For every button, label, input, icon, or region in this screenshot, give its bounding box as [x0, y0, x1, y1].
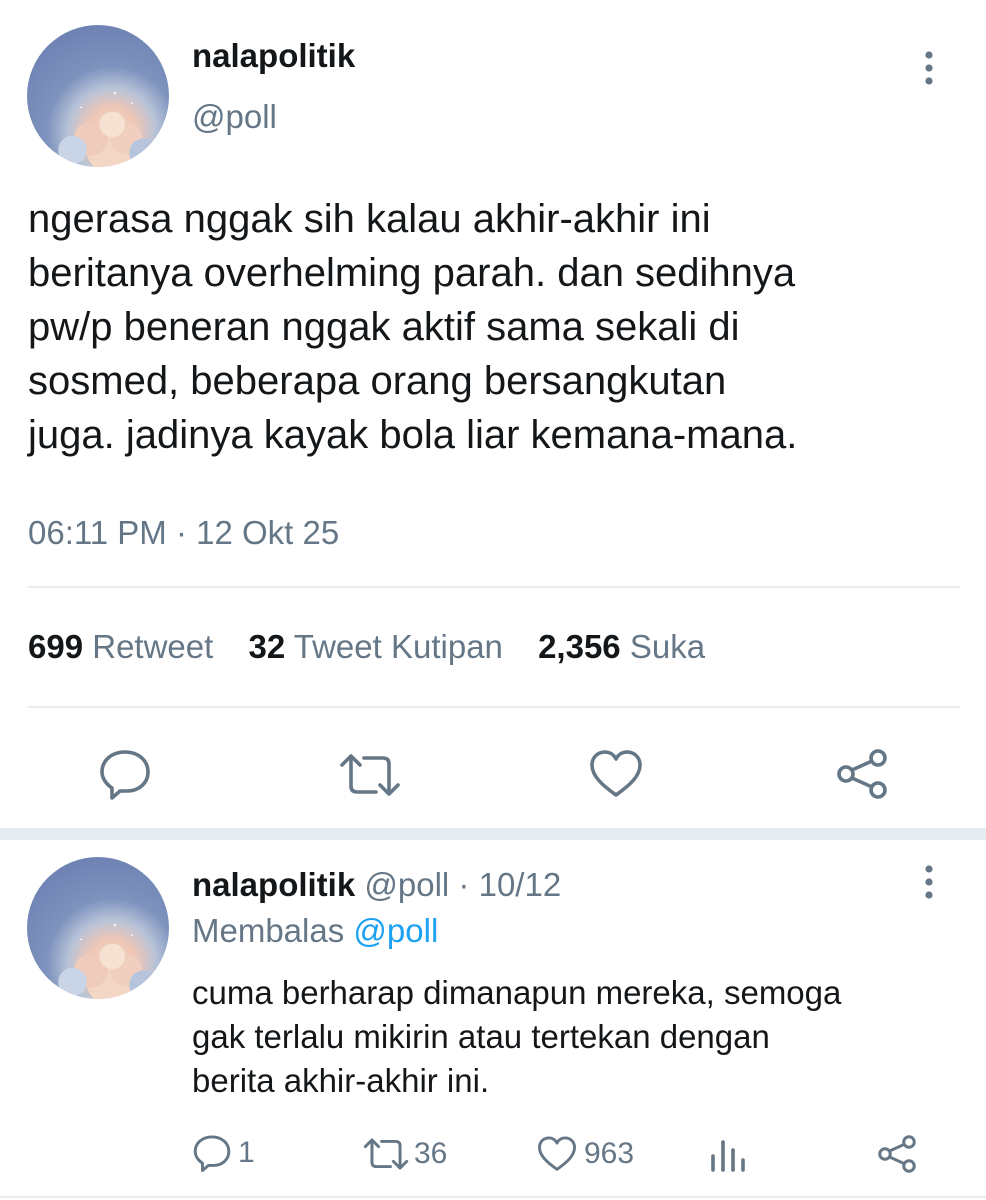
tweet-text-line: pw/p beneran nggak aktif sama sekali di [28, 305, 740, 349]
likes-stat[interactable]: 2,356 Suka [538, 628, 705, 665]
section-divider [0, 828, 986, 840]
tweet-text-line: juga. jadinya kayak bola liar kemana-man… [28, 413, 798, 457]
quotes-stat[interactable]: 32 Tweet Kutipan [248, 628, 512, 665]
retweets-stat[interactable]: 699 Retweet [28, 628, 222, 665]
retweet-count: 36 [414, 1137, 448, 1170]
quotes-count: 32 [248, 628, 286, 665]
retweet-icon [362, 1137, 410, 1171]
tweet-text-line: beritanya overhelming parah. dan sedihny… [28, 251, 796, 295]
reply-author-name[interactable]: nalapolitik [192, 866, 355, 903]
reply-text-line: berita akhir-akhir ini. [192, 1062, 490, 1099]
retweets-label: Retweet [92, 628, 214, 665]
avatar-cloud-image [58, 92, 158, 167]
reply-action-retweet[interactable]: 36 [362, 1137, 447, 1171]
avatar[interactable] [27, 25, 169, 167]
bottom-divider [0, 1196, 986, 1198]
retweet-icon[interactable] [338, 752, 402, 798]
quotes-label: Tweet Kutipan [293, 628, 503, 665]
likes-count: 2,356 [538, 628, 621, 665]
tweet-text-line: ngerasa nggak sih kalau akhir-akhir ini [28, 197, 711, 241]
replying-to: Membalas @poll [192, 912, 438, 950]
reply-icon[interactable] [98, 748, 152, 800]
share-icon[interactable] [876, 1134, 918, 1174]
reply-action-reply[interactable]: 1 [192, 1134, 255, 1172]
reply-more-options-icon[interactable] [917, 862, 941, 902]
author-handle[interactable]: @poll [192, 98, 277, 136]
reply-icon [192, 1134, 232, 1172]
share-icon[interactable] [834, 748, 890, 800]
reply-separator: · [458, 866, 470, 903]
replying-to-handle[interactable]: @poll [353, 912, 438, 949]
like-icon [536, 1135, 578, 1173]
like-icon[interactable] [588, 748, 644, 800]
reply-text-line: cuma berharap dimanapun mereka, semoga [192, 974, 842, 1011]
reply-avatar[interactable] [27, 857, 169, 999]
like-count: 963 [584, 1137, 635, 1170]
replying-label: Membalas [192, 912, 345, 949]
reply-text-line: gak terlalu mikirin atau tertekan dengan [192, 1018, 770, 1055]
tweet-stats: 699 Retweet 32 Tweet Kutipan 2,356 Suka [28, 628, 705, 666]
author-name[interactable]: nalapolitik [192, 37, 355, 75]
reply-header: nalapolitik @poll · 10/12 [192, 866, 561, 904]
tweet-timestamp[interactable]: 06:11 PM · 12 Okt 25 [28, 514, 339, 552]
reply-count: 1 [238, 1136, 255, 1169]
reply-author-handle[interactable]: @poll [364, 866, 449, 903]
reply-text: cuma berharap dimanapun mereka, semoga g… [192, 971, 841, 1103]
analytics-icon[interactable] [708, 1136, 748, 1174]
tweet-text: ngerasa nggak sih kalau akhir-akhir ini … [28, 192, 797, 462]
reply-date[interactable]: 10/12 [479, 866, 562, 903]
more-options-icon[interactable] [917, 48, 941, 88]
avatar-cloud-image [58, 924, 158, 999]
likes-label: Suka [629, 628, 706, 665]
reply-action-like[interactable]: 963 [536, 1135, 634, 1173]
divider [28, 586, 960, 588]
tweet-text-line: sosmed, beberapa orang bersangkutan [28, 359, 727, 403]
divider [28, 706, 960, 708]
retweets-count: 699 [28, 628, 84, 665]
